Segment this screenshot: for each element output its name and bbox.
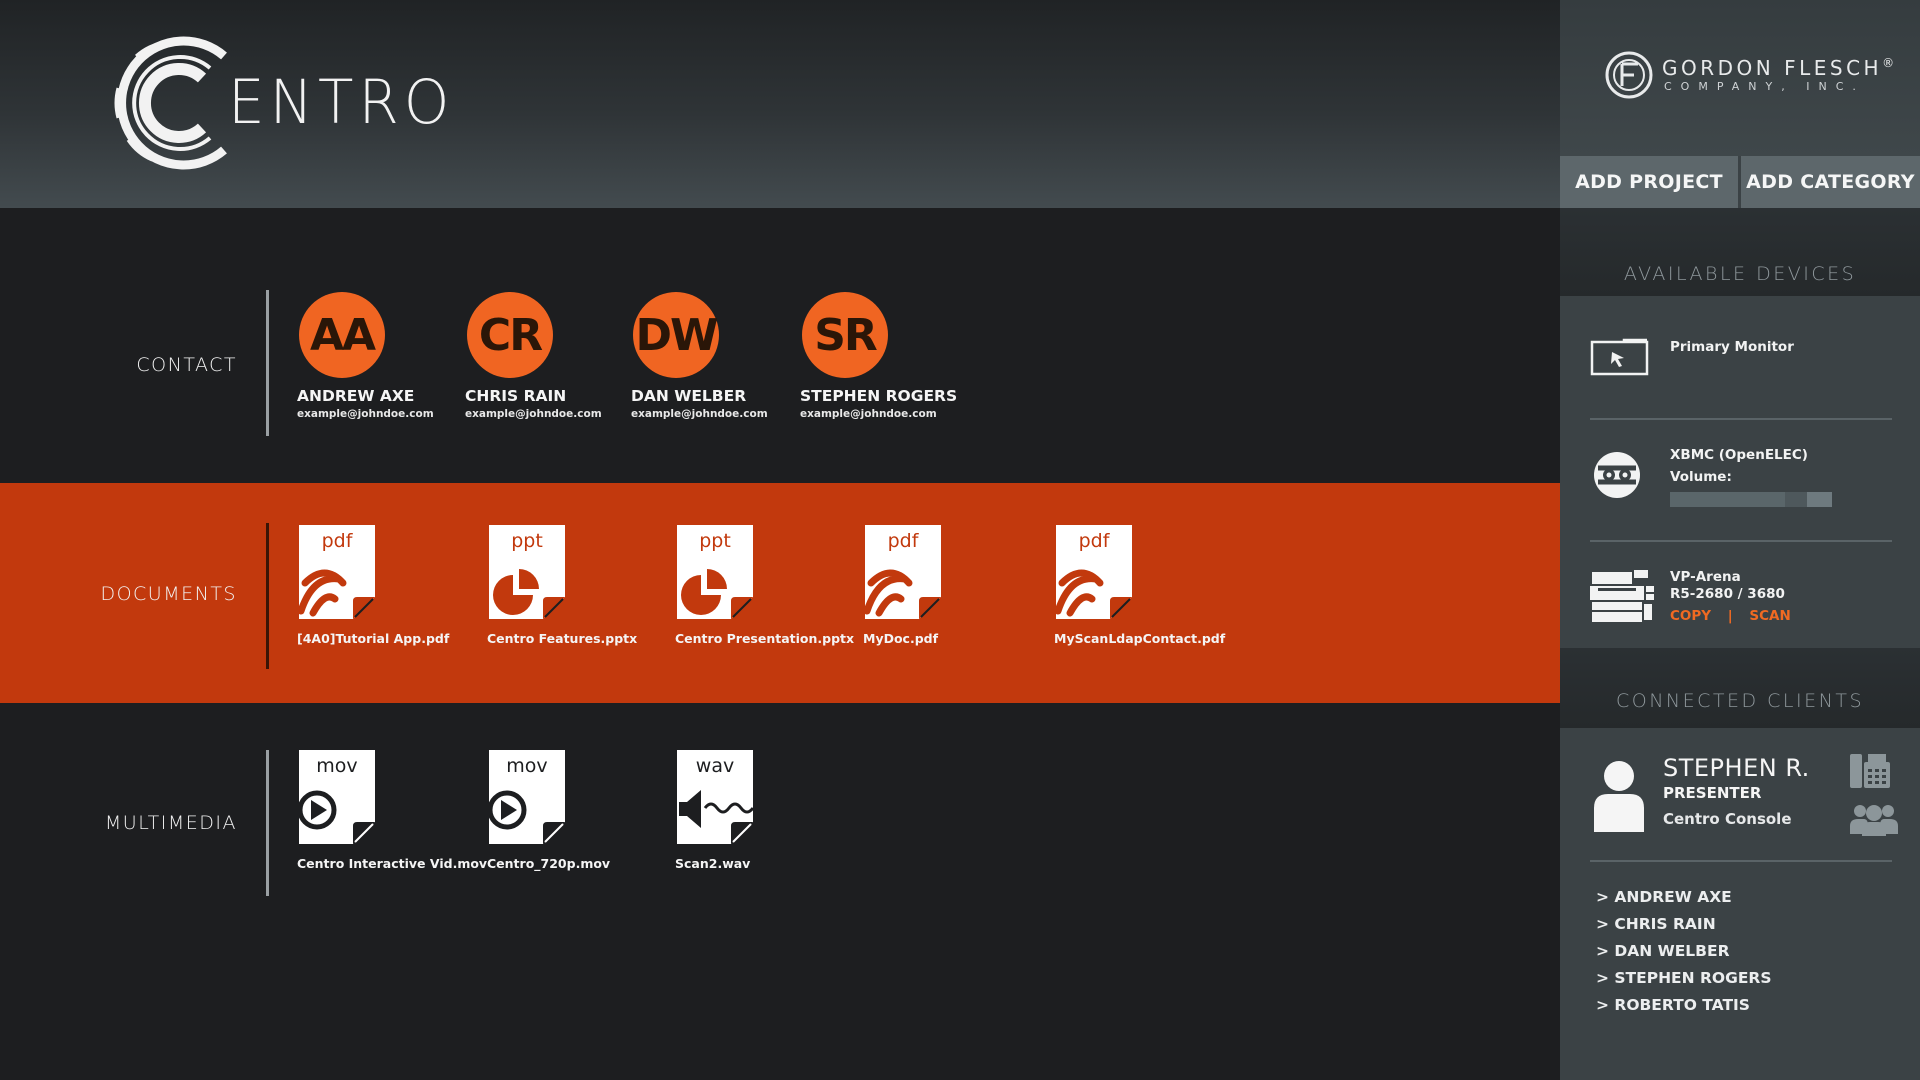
action-separator: | bbox=[1727, 608, 1733, 624]
sidebar: GORDON FLESCH® COMPANY, INC. ADD PROJECT… bbox=[1560, 0, 1920, 1080]
brand-name: GORDON FLESCH® bbox=[1662, 56, 1894, 80]
file-name: MyScanLdapContact.pdf bbox=[1054, 631, 1226, 646]
clients-panel: STEPHEN R. PRESENTER Centro Console > AN… bbox=[1560, 728, 1920, 1080]
printer-actions: COPY | SCAN bbox=[1670, 608, 1791, 624]
avatar: CR bbox=[467, 292, 553, 378]
svg-text:ppt: ppt bbox=[511, 530, 543, 552]
sidebar-header: GORDON FLESCH® COMPANY, INC. bbox=[1560, 0, 1920, 156]
client-list-item[interactable]: > CHRIS RAIN bbox=[1596, 911, 1772, 938]
devices-panel: Primary Monitor XBMC (OpenELEC) Volume: bbox=[1560, 296, 1920, 648]
svg-text:mov: mov bbox=[316, 755, 357, 777]
fax-icon[interactable] bbox=[1848, 752, 1892, 790]
monitor-icon bbox=[1590, 338, 1649, 376]
row-divider bbox=[266, 290, 269, 436]
avatar: SR bbox=[802, 292, 888, 378]
user-icon bbox=[1594, 761, 1644, 832]
scan-button[interactable]: SCAN bbox=[1749, 608, 1790, 624]
volume-fill bbox=[1670, 492, 1785, 507]
svg-text:ppt: ppt bbox=[699, 530, 731, 552]
svg-text:pdf: pdf bbox=[1079, 530, 1111, 552]
video-file-icon: mov bbox=[299, 750, 375, 844]
brand-registered-mark: ® bbox=[1882, 56, 1895, 70]
header: ENTRO bbox=[0, 0, 1560, 208]
client-list-item[interactable]: > STEPHEN ROGERS bbox=[1596, 965, 1772, 992]
gordon-flesch-logo-icon bbox=[1605, 51, 1653, 99]
copy-button[interactable]: COPY bbox=[1670, 608, 1711, 624]
volume-handle[interactable] bbox=[1785, 492, 1807, 507]
device-printer[interactable]: VP-Arena R5-2680 / 3680 COPY | SCAN bbox=[1590, 568, 1892, 638]
brand-subtitle: COMPANY, INC. bbox=[1664, 80, 1865, 93]
action-buttons: ADD PROJECT ADD CATEGORY bbox=[1560, 156, 1920, 208]
device-xbmc[interactable]: XBMC (OpenELEC) Volume: bbox=[1590, 446, 1892, 516]
svg-text:wav: wav bbox=[696, 755, 734, 777]
multimedia-row: MULTIMEDIA mov Centro Interactive Vid.mo… bbox=[0, 703, 1560, 1080]
contact-name: DAN WELBER bbox=[631, 387, 747, 405]
client-list-item[interactable]: > ANDREW AXE bbox=[1596, 884, 1772, 911]
device-name: Primary Monitor bbox=[1670, 339, 1794, 355]
presenter-console: Centro Console bbox=[1663, 810, 1792, 828]
client-list-item[interactable]: > DAN WELBER bbox=[1596, 938, 1772, 965]
file-name: Centro Features.pptx bbox=[487, 631, 638, 646]
contact-name: ANDREW AXE bbox=[297, 387, 415, 405]
section-title-clients: CONNECTED CLIENTS bbox=[1615, 690, 1865, 712]
avatar: AA bbox=[299, 292, 385, 378]
add-category-button[interactable]: ADD CATEGORY bbox=[1741, 156, 1920, 208]
contact-email: example@johndoe.com bbox=[465, 408, 602, 420]
client-divider bbox=[1590, 860, 1892, 862]
presenter-role: PRESENTER bbox=[1663, 784, 1762, 802]
audio-file-icon: wav bbox=[677, 750, 755, 844]
svg-text:pdf: pdf bbox=[322, 530, 354, 552]
file-name: [4A0]Tutorial App.pdf bbox=[297, 631, 450, 646]
row-label-multimedia: MULTIMEDIA bbox=[104, 812, 237, 834]
file-name: Centro_720p.mov bbox=[487, 856, 611, 871]
contact-email: example@johndoe.com bbox=[297, 408, 434, 420]
pdf-file-icon: pdf bbox=[1056, 525, 1132, 619]
gordon-flesch-logo: GORDON FLESCH® COMPANY, INC. bbox=[1604, 48, 1904, 104]
clients-header: CONNECTED CLIENTS bbox=[1560, 648, 1920, 728]
contact-name: STEPHEN ROGERS bbox=[800, 387, 958, 405]
row-divider bbox=[266, 750, 269, 896]
device-divider bbox=[1590, 418, 1892, 420]
row-label-contact: CONTACT bbox=[136, 354, 237, 376]
ppt-file-icon: ppt bbox=[489, 525, 565, 619]
contact-email: example@johndoe.com bbox=[631, 408, 768, 420]
file-name: Centro Presentation.pptx bbox=[675, 631, 855, 646]
documents-row: DOCUMENTS pdf [4A0]Tutorial App.pdf ppt … bbox=[0, 483, 1560, 703]
device-divider bbox=[1590, 540, 1892, 542]
centro-logo-icon bbox=[114, 36, 227, 170]
contact-name: CHRIS RAIN bbox=[465, 387, 567, 405]
pdf-file-icon: pdf bbox=[865, 525, 941, 619]
ppt-file-icon: ppt bbox=[677, 525, 753, 619]
row-label-documents: DOCUMENTS bbox=[100, 583, 237, 605]
devices-header: AVAILABLE DEVICES bbox=[1560, 208, 1920, 296]
contact-row: CONTACT AA ANDREW AXE example@johndoe.co… bbox=[0, 208, 1560, 483]
add-project-button[interactable]: ADD PROJECT bbox=[1560, 156, 1738, 208]
volume-label: Volume: bbox=[1670, 469, 1732, 485]
svg-text:mov: mov bbox=[506, 755, 547, 777]
volume-slider[interactable] bbox=[1670, 492, 1832, 507]
svg-text:pdf: pdf bbox=[888, 530, 920, 552]
row-divider bbox=[266, 523, 269, 669]
presenter-name: STEPHEN R. bbox=[1663, 754, 1810, 782]
video-file-icon: mov bbox=[489, 750, 565, 844]
client-list-item[interactable]: > ROBERTO TATIS bbox=[1596, 992, 1772, 1019]
section-title-devices: AVAILABLE DEVICES bbox=[1623, 263, 1857, 285]
app-logo-text: ENTRO bbox=[228, 66, 455, 138]
xbmc-icon bbox=[1594, 452, 1640, 498]
device-primary-monitor[interactable]: Primary Monitor bbox=[1590, 338, 1892, 398]
file-name: Scan2.wav bbox=[675, 856, 751, 871]
printer-icon bbox=[1590, 570, 1654, 622]
device-model: R5-2680 / 3680 bbox=[1670, 586, 1785, 602]
device-name: VP-Arena bbox=[1670, 569, 1741, 585]
brand-name-text: GORDON FLESCH bbox=[1662, 56, 1883, 80]
client-list: > ANDREW AXE > CHRIS RAIN > DAN WELBER >… bbox=[1596, 884, 1772, 1019]
file-name: MyDoc.pdf bbox=[863, 631, 939, 646]
file-name: Centro Interactive Vid.mov bbox=[297, 856, 488, 871]
group-icon[interactable] bbox=[1850, 802, 1898, 836]
device-name: XBMC (OpenELEC) bbox=[1670, 447, 1808, 463]
pdf-file-icon: pdf bbox=[299, 525, 375, 619]
contact-email: example@johndoe.com bbox=[800, 408, 937, 420]
avatar: DW bbox=[633, 292, 719, 378]
